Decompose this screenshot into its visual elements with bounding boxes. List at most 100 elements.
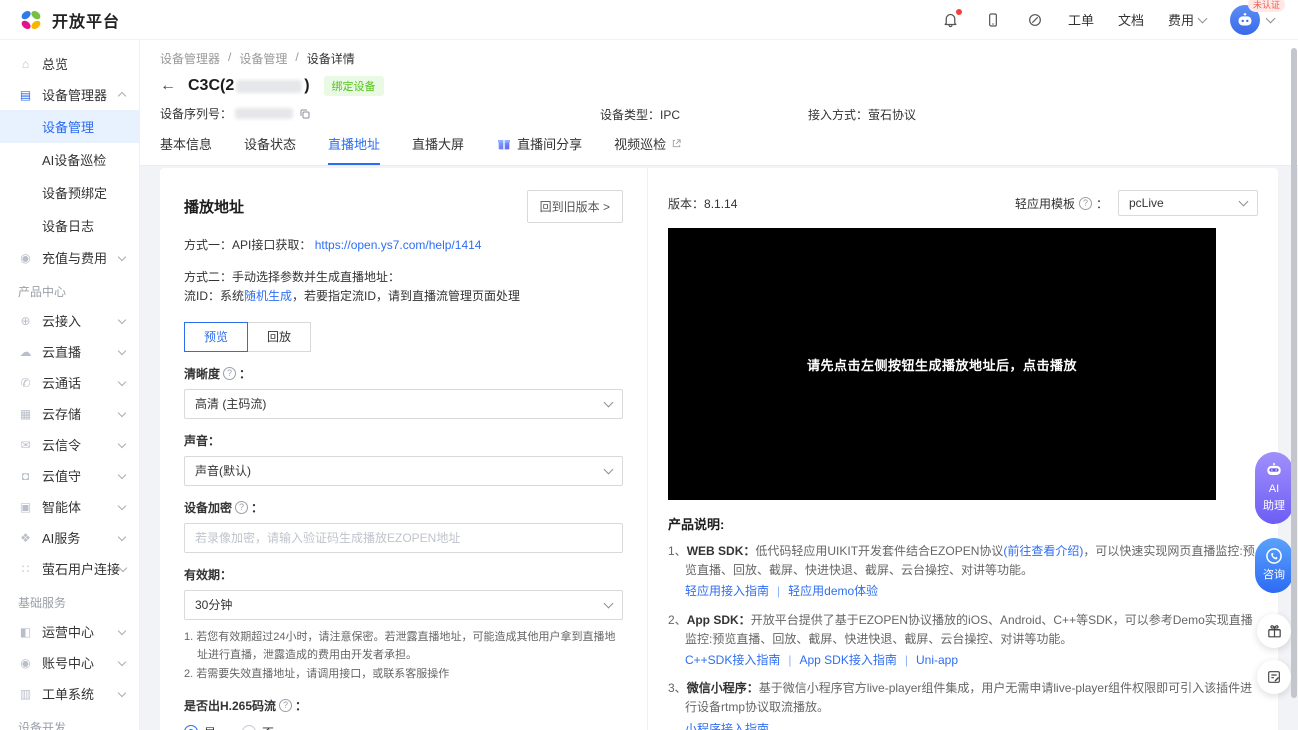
sidebar-item-ezviz-user-connect[interactable]: ∷ 萤石用户连接 <box>0 553 139 584</box>
api-help-link[interactable]: https://open.ys7.com/help/1414 <box>315 238 482 252</box>
tab-video-inspection[interactable]: 视频巡检 <box>614 134 682 165</box>
product-item-wechat-mini: 3、微信小程序：基于微信小程序官方live-player组件集成，用户无需申请l… <box>668 679 1258 730</box>
coin-icon: ◉ <box>18 251 33 265</box>
cloud-access-icon: ⊕ <box>18 314 33 328</box>
tab-live-screen[interactable]: 直播大屏 <box>412 134 464 165</box>
sidebar-item-cloud-guard[interactable]: ◘ 云值守 <box>0 460 139 491</box>
verification-code-input[interactable] <box>184 523 623 553</box>
mobile-app-icon[interactable] <box>984 11 1002 29</box>
back-arrow[interactable]: ← <box>160 78 176 94</box>
item-number: 3、 <box>668 681 687 695</box>
sound-select[interactable]: 声音(默认) <box>184 456 623 486</box>
sidebar-item-account-center[interactable]: ◉ 账号中心 <box>0 647 139 678</box>
help-icon[interactable]: ? <box>223 367 236 380</box>
sidebar-item-ticket-system[interactable]: ▥ 工单系统 <box>0 678 139 709</box>
light-app-demo-link[interactable]: 轻应用demo体验 <box>788 582 878 601</box>
breadcrumb-device-management[interactable]: 设备管理 <box>239 50 287 67</box>
scrollbar-thumb[interactable] <box>1291 48 1297 698</box>
help-icon[interactable]: ? <box>1079 197 1092 210</box>
user-avatar-menu[interactable]: 未认证 <box>1230 5 1274 35</box>
preview-button[interactable]: 预览 <box>184 322 248 352</box>
ai-assistant-button[interactable]: AI 助理 <box>1255 452 1293 524</box>
back-to-old-version-button[interactable]: 回到旧版本 > <box>527 190 623 223</box>
app-sdk-guide-link[interactable]: App SDK接入指南 <box>799 651 896 670</box>
validity-value: 30分钟 <box>195 596 232 613</box>
template-select[interactable]: pcLive <box>1118 190 1258 216</box>
feedback-button[interactable] <box>1257 660 1291 694</box>
sidebar-item-overview[interactable]: ⌂ 总览 <box>0 48 139 79</box>
sidebar-item-agent[interactable]: ▣ 智能体 <box>0 491 139 522</box>
sidebar-item-recharge[interactable]: ◉ 充值与费用 <box>0 242 139 273</box>
device-manager-icon: ▤ <box>18 88 33 102</box>
sidebar-item-cloud-signal[interactable]: ✉ 云信令 <box>0 429 139 460</box>
nav-billing[interactable]: 费用 <box>1168 10 1206 29</box>
item-prefix: 微信小程序： <box>687 681 759 695</box>
chevron-down-icon <box>118 657 126 665</box>
notification-dot <box>956 9 962 15</box>
device-type: 设备类型：IPC <box>600 106 680 123</box>
serial-label: 设备序列号： <box>160 105 232 122</box>
uni-app-link[interactable]: Uni-app <box>916 651 958 670</box>
sidebar-item-device-manager[interactable]: ▤ 设备管理器 <box>0 79 139 110</box>
video-player[interactable]: 请先点击左侧按钮生成播放地址后，点击播放 <box>668 228 1216 500</box>
stream-id-text: 流ID：系统 <box>184 289 244 303</box>
tab-device-status[interactable]: 设备状态 <box>244 134 296 165</box>
sidebar-item-ai-device-inspection[interactable]: AI设备巡检 <box>0 143 139 176</box>
h265-yes-radio[interactable]: 是 <box>184 724 216 730</box>
sidebar-label: AI设备巡检 <box>42 150 106 169</box>
home-icon: ⌂ <box>18 57 33 71</box>
template-group: 轻应用模板 ? ： pcLive <box>1015 190 1258 216</box>
playback-button[interactable]: 回放 <box>247 322 311 352</box>
sidebar-label: 萤石用户连接 <box>42 559 120 578</box>
ai-service-icon: ❖ <box>18 531 33 545</box>
logo-text: 开放平台 <box>52 8 120 32</box>
gift-activity-button[interactable] <box>1257 614 1291 648</box>
nav-docs[interactable]: 文档 <box>1118 10 1144 29</box>
method-two-label: 方式二：手动选择参数并生成直播地址： <box>184 268 623 287</box>
platform-logo[interactable]: 开放平台 <box>18 7 120 33</box>
sidebar-item-device-management[interactable]: 设备管理 <box>0 110 139 143</box>
sidebar-item-cloud-live[interactable]: ☁ 云直播 <box>0 336 139 367</box>
sidebar-item-device-prebind[interactable]: 设备预绑定 <box>0 176 139 209</box>
random-generate-link[interactable]: 随机生成 <box>244 289 292 303</box>
tab-live-address[interactable]: 直播地址 <box>328 134 380 165</box>
message-icon: ✉ <box>18 438 33 452</box>
colon: ： <box>251 499 263 516</box>
sidebar-item-cloud-access[interactable]: ⊕ 云接入 <box>0 305 139 336</box>
help-icon[interactable]: ? <box>235 501 248 514</box>
headset-icon <box>1264 546 1284 566</box>
validity-select[interactable]: 30分钟 <box>184 590 623 620</box>
sidebar-item-device-log[interactable]: 设备日志 <box>0 209 139 242</box>
sidebar-item-operation-center[interactable]: ◧ 运营中心 <box>0 616 139 647</box>
link-separator: | <box>788 651 791 670</box>
mini-program-guide-link[interactable]: 小程序接入指南 <box>685 720 769 730</box>
gift-icon <box>1266 623 1283 640</box>
light-app-guide-link[interactable]: 轻应用接入指南 <box>685 582 769 601</box>
nav-work-order[interactable]: 工单 <box>1068 10 1094 29</box>
compass-icon[interactable] <box>1026 11 1044 29</box>
method-one: 方式一：API接口获取： https://open.ys7.com/help/1… <box>184 236 623 255</box>
cpp-sdk-guide-link[interactable]: C++SDK接入指南 <box>685 651 780 670</box>
tab-live-share[interactable]: 直播间分享 <box>496 134 582 165</box>
view-intro-link[interactable]: (前往查看介绍) <box>1003 544 1083 558</box>
sidebar-item-cloud-call[interactable]: ✆ 云通话 <box>0 367 139 398</box>
breadcrumb-device-manager[interactable]: 设备管理器 <box>160 50 220 67</box>
consult-button[interactable]: 咨询 <box>1255 538 1293 593</box>
template-value: pcLive <box>1129 196 1164 210</box>
tab-basic-info[interactable]: 基本信息 <box>160 134 212 165</box>
sidebar-item-ai-service[interactable]: ❖ AI服务 <box>0 522 139 553</box>
help-icon[interactable]: ? <box>279 699 292 712</box>
h265-no-radio[interactable]: 否 <box>242 724 274 730</box>
notification-bell-icon[interactable] <box>942 11 960 29</box>
sidebar-label: 设备日志 <box>42 216 94 235</box>
chevron-down-icon <box>118 626 126 634</box>
sound-field: 声音： 声音(默认) <box>184 432 623 486</box>
sidebar-label: 设备管理 <box>42 117 94 136</box>
copy-icon[interactable] <box>299 108 311 120</box>
clarity-select[interactable]: 高清 (主码流) <box>184 389 623 419</box>
clarity-value: 高清 (主码流) <box>195 395 266 412</box>
device-access-value: 萤石协议 <box>868 108 916 122</box>
sidebar-item-cloud-storage[interactable]: ▦ 云存储 <box>0 398 139 429</box>
item-text: 基于微信小程序官方live-player组件集成，用户无需申请live-play… <box>685 681 1252 714</box>
radio-unselected-icon <box>242 725 256 730</box>
